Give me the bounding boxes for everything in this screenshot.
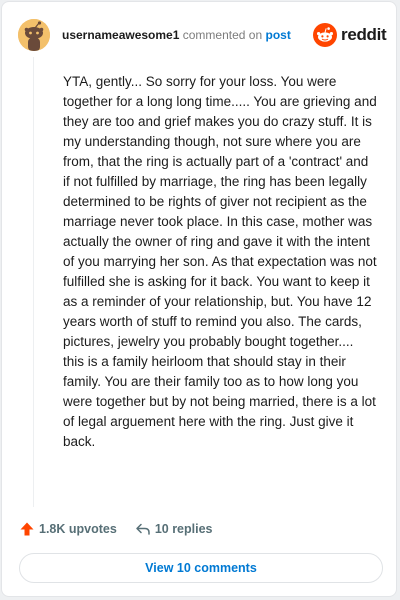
user-avatar[interactable] — [18, 19, 50, 51]
view-comments-button[interactable]: View 10 comments — [19, 553, 383, 583]
username-link[interactable]: usernameawesome1 — [62, 28, 179, 42]
post-link[interactable]: post — [265, 28, 290, 42]
upvote-arrow-icon — [19, 521, 35, 537]
reddit-wordmark: reddit — [341, 25, 387, 44]
replies-count: 10 replies — [154, 522, 213, 536]
comment-actions: 1.8K upvotes 10 replies — [19, 519, 213, 539]
snoo-avatar-icon — [18, 19, 50, 51]
comment-header: usernameawesome1 commented on post — [62, 27, 291, 43]
comment-card: usernameawesome1 commented on post reddi… — [1, 1, 397, 597]
reply-arrow-icon — [135, 521, 151, 537]
reddit-logo[interactable]: reddit — [313, 23, 387, 47]
replies-button[interactable]: 10 replies — [135, 521, 213, 537]
upvote-button[interactable]: 1.8K upvotes — [19, 521, 117, 537]
commented-on-text: commented on — [182, 28, 263, 42]
reddit-alien-icon — [313, 23, 337, 47]
thread-line[interactable] — [33, 57, 34, 507]
upvote-count: 1.8K upvotes — [39, 522, 117, 536]
comment-body: YTA, gently... So sorry for your loss. Y… — [63, 74, 377, 449]
